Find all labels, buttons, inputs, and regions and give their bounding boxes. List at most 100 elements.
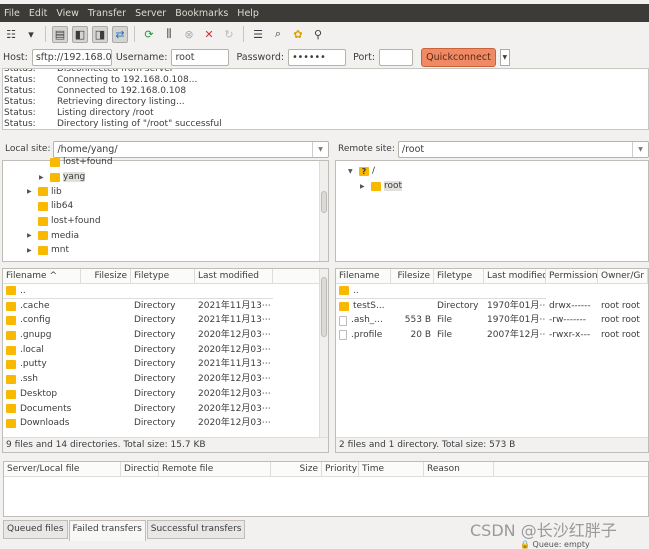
folder-icon bbox=[371, 181, 381, 191]
menu-transfer[interactable]: Transfer bbox=[88, 8, 126, 19]
expand-arrow-icon[interactable]: ▶ bbox=[27, 188, 35, 195]
site-manager-icon[interactable]: ☷ bbox=[3, 26, 19, 43]
dropdown-icon[interactable]: ▾ bbox=[23, 26, 39, 43]
expand-arrow-icon[interactable]: ▶ bbox=[27, 247, 35, 254]
column-header-last-modified[interactable]: Last modified bbox=[195, 269, 273, 283]
scrollbar[interactable] bbox=[319, 269, 328, 437]
quickconnect-button[interactable]: Quickconnect bbox=[421, 47, 496, 67]
tab-failed-transfers[interactable]: Failed transfers bbox=[68, 520, 146, 541]
column-header-filename-[interactable]: Filename ^ bbox=[3, 269, 81, 283]
cancel-icon[interactable]: ⊗ bbox=[181, 26, 197, 43]
queue-column-remote-file[interactable]: Remote file bbox=[159, 462, 271, 476]
search-icon[interactable]: ⚲ bbox=[310, 26, 326, 43]
column-header-last-modified[interactable]: Last modified bbox=[484, 269, 546, 283]
scrollbar[interactable] bbox=[319, 161, 328, 261]
tab-queued-files[interactable]: Queued files bbox=[3, 520, 68, 539]
file-row[interactable]: .config Directory 2021年11月13⋯ bbox=[3, 313, 328, 328]
refresh-icon[interactable]: ⟳ bbox=[141, 26, 157, 43]
username-input[interactable]: root bbox=[171, 48, 230, 66]
column-header-filesize[interactable]: Filesize bbox=[391, 269, 434, 283]
quickconnect-dropdown[interactable]: ▼ bbox=[499, 48, 510, 66]
log-message: Listing directory /root bbox=[57, 108, 154, 118]
file-row[interactable]: testS... Directory 1970年01月⋯ drwx------ root… bbox=[336, 299, 648, 314]
port-input[interactable] bbox=[379, 48, 414, 66]
menu-edit[interactable]: Edit bbox=[29, 8, 47, 19]
file-type: File bbox=[437, 315, 453, 326]
tree-node[interactable]: lib64 bbox=[3, 199, 328, 214]
menu-view[interactable]: View bbox=[56, 8, 79, 19]
queue-column-server-local-file[interactable]: Server/Local file bbox=[4, 462, 121, 476]
log-row: Status: Retrieving directory listing... bbox=[3, 97, 648, 108]
toggle-queue-icon[interactable]: ⇄ bbox=[112, 25, 128, 43]
tree-label: lost+found bbox=[63, 157, 113, 168]
permissions: drwx------ bbox=[549, 300, 591, 311]
menu-bar: File Edit View Transfer Server Bookmarks Help bbox=[0, 4, 649, 22]
file-row[interactable]: .cache Directory 2021年11月13⋯ bbox=[3, 299, 328, 314]
file-row[interactable]: Documents Directory 2020年12月03⋯ bbox=[3, 402, 328, 417]
file-row[interactable]: .ash_... 553 B File 1970年01月⋯ -rw------- root… bbox=[336, 313, 648, 328]
tree-node[interactable]: ▶ mnt bbox=[3, 243, 328, 258]
column-header-filetype[interactable]: Filetype bbox=[131, 269, 195, 283]
expand-arrow-icon[interactable]: ▶ bbox=[360, 183, 368, 190]
expand-arrow-icon[interactable]: ▶ bbox=[39, 174, 47, 181]
file-size: 20 B bbox=[410, 330, 432, 341]
log-message: Disconnected from server bbox=[57, 68, 174, 74]
file-row[interactable]: Downloads Directory 2020年12月03⋯ bbox=[3, 416, 328, 431]
file-row[interactable]: .profile 20 B File 2007年12月⋯ -rwxr-x--- root … bbox=[336, 328, 648, 343]
menu-bookmarks[interactable]: Bookmarks bbox=[175, 8, 228, 19]
reconnect-icon[interactable]: ↻ bbox=[221, 26, 237, 43]
menu-help[interactable]: Help bbox=[237, 8, 259, 19]
chevron-down-icon[interactable]: ▼ bbox=[632, 141, 648, 157]
toggle-remote-tree-icon[interactable]: ◨ bbox=[92, 25, 108, 43]
disconnect-icon[interactable]: ✕ bbox=[201, 26, 217, 43]
column-header-filename[interactable]: Filename bbox=[336, 269, 391, 283]
remote-path-input[interactable]: /root ▼ bbox=[397, 140, 649, 158]
last-modified: 2020年12月03⋯ bbox=[198, 344, 271, 355]
column-header-owner-gr[interactable]: Owner/Gr bbox=[598, 269, 648, 283]
file-row[interactable]: .ssh Directory 2020年12月03⋯ bbox=[3, 372, 328, 387]
file-row[interactable]: .. bbox=[336, 284, 546, 299]
menu-server[interactable]: Server bbox=[135, 8, 166, 19]
local-path: /home/yang/ bbox=[57, 143, 118, 155]
queue-column-reason[interactable]: Reason bbox=[424, 462, 494, 476]
expand-arrow-icon[interactable]: ▶ bbox=[27, 232, 35, 239]
queue-column-priority[interactable]: Priority bbox=[322, 462, 359, 476]
expand-arrow-icon[interactable]: ▼ bbox=[348, 168, 356, 175]
toggle-log-icon[interactable]: ▤ bbox=[52, 25, 68, 43]
folder-icon bbox=[6, 404, 16, 414]
tab-successful-transfers[interactable]: Successful transfers bbox=[146, 520, 246, 539]
file-row[interactable]: .gnupg Directory 2020年12月03⋯ bbox=[3, 328, 328, 343]
log-row: Status: Disconnected from server bbox=[3, 68, 648, 75]
file-row[interactable]: .putty Directory 2021年11月13⋯ bbox=[3, 357, 328, 372]
tree-node[interactable]: lost+found bbox=[3, 155, 328, 170]
file-icon bbox=[339, 315, 347, 326]
menu-file[interactable]: File bbox=[4, 8, 20, 19]
tree-node[interactable]: ▶ lib bbox=[3, 184, 328, 199]
local-file-list: Filename ^ Filesize Filetype Last modified … bbox=[2, 268, 329, 453]
file-row[interactable]: .. bbox=[3, 284, 273, 299]
tree-node[interactable]: ▶ root bbox=[336, 179, 648, 194]
remote-site-bar: Remote site: /root ▼ bbox=[335, 138, 649, 160]
column-header-filetype[interactable]: Filetype bbox=[434, 269, 484, 283]
password-input[interactable]: •••••• bbox=[288, 48, 347, 66]
compare-icon[interactable]: ⌕ bbox=[270, 26, 286, 43]
queue-column-directio[interactable]: Directio bbox=[121, 462, 159, 476]
column-header-permission[interactable]: Permission bbox=[546, 269, 598, 283]
folder-icon bbox=[50, 172, 60, 182]
queue-column-size[interactable]: Size bbox=[271, 462, 322, 476]
tree-node[interactable]: ▼? / bbox=[336, 164, 648, 179]
sync-browse-icon[interactable]: ✿ bbox=[290, 26, 306, 43]
toggle-local-tree-icon[interactable]: ◧ bbox=[72, 25, 88, 43]
column-header-filesize[interactable]: Filesize bbox=[81, 269, 131, 283]
directory-filter-icon[interactable]: ☰ bbox=[250, 26, 266, 43]
file-row[interactable]: Desktop Directory 2020年12月03⋯ bbox=[3, 387, 328, 402]
process-queue-icon[interactable]: ⫼ bbox=[161, 26, 177, 43]
tree-node[interactable]: lost+found bbox=[3, 214, 328, 229]
queue-column-time[interactable]: Time bbox=[359, 462, 424, 476]
file-row[interactable]: .local Directory 2020年12月03⋯ bbox=[3, 343, 328, 358]
tree-node[interactable]: ▶ media bbox=[3, 228, 328, 243]
last-modified bbox=[484, 284, 546, 298]
tree-node[interactable]: ▶ yang bbox=[3, 170, 328, 185]
last-modified: 2021年11月13⋯ bbox=[198, 315, 271, 326]
host-input[interactable]: sftp://192.168.0.1 bbox=[31, 48, 112, 66]
